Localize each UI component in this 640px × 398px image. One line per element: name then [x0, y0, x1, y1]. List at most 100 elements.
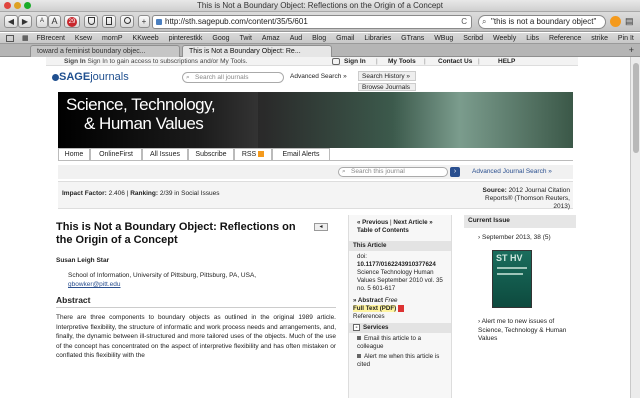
text-larger-button[interactable]: A — [48, 15, 61, 28]
bookmark-item[interactable]: KKweeb — [133, 35, 159, 42]
minimize-window-icon[interactable] — [14, 2, 21, 9]
close-window-icon[interactable] — [4, 2, 11, 9]
article-title: This is Not a Boundary Object: Reflectio… — [56, 221, 296, 246]
bookmark-item[interactable]: Reference — [549, 35, 581, 42]
url-field[interactable]: http://sth.sagepub.com/content/35/5/601 … — [152, 15, 472, 29]
full-text-pdf-link[interactable]: Full Text (PDF) — [349, 305, 451, 313]
references-link[interactable]: References — [349, 313, 451, 321]
article-tools-column: « Previous | Next Article » Table of Con… — [348, 215, 452, 398]
vertical-scrollbar[interactable] — [630, 57, 640, 398]
help-link[interactable]: HELP — [498, 57, 515, 66]
author-email-link[interactable]: gbowker@pitt.edu — [68, 280, 336, 289]
extension-button[interactable]: 29 — [64, 15, 80, 28]
service-cited-alert-link[interactable]: Alert me when this article is cited — [349, 351, 451, 369]
pdf-icon — [397, 305, 404, 312]
collapse-icon: - — [353, 324, 360, 332]
bookmark-item[interactable]: Libs — [526, 35, 539, 42]
collapse-button[interactable]: ◂ — [314, 223, 328, 231]
bookmark-item[interactable]: Weebly — [493, 35, 516, 42]
browser-search-field[interactable]: ⌕ "this is not a boundary object" — [478, 15, 606, 29]
add-bookmark-button[interactable]: + — [138, 15, 150, 28]
bookmark-item[interactable]: Twit — [239, 35, 251, 42]
rss-feed-icon[interactable] — [610, 16, 621, 27]
tab-feminist-boundary[interactable]: toward a feminist boundary objec... — [30, 45, 180, 57]
bookmarks-book-icon[interactable] — [6, 34, 14, 42]
impact-factor-bar: Impact Factor: 2.406 | Ranking: 2/39 in … — [58, 181, 573, 210]
bookmark-button[interactable] — [120, 15, 134, 28]
journal-nav: Home OnlineFirst All Issues Subscribe RS… — [58, 148, 573, 161]
nav-onlinefirst[interactable]: OnlineFirst — [90, 148, 142, 161]
nav-subscribe[interactable]: Subscribe — [188, 148, 234, 161]
scrollbar-thumb[interactable] — [633, 63, 639, 153]
advanced-journal-search-link[interactable]: Advanced Journal Search » — [472, 168, 552, 175]
search-go-button[interactable]: › — [450, 167, 460, 177]
text-smaller-button[interactable]: A — [36, 15, 48, 28]
browser-toolbar: ◀ ▶ A A 29 + http://sth.sagepub.com/cont… — [0, 12, 640, 32]
previous-article-link[interactable]: « Previous — [357, 219, 388, 226]
search-icon: ⌕ — [482, 17, 487, 26]
bookmark-item[interactable]: Blog — [312, 35, 326, 42]
bookmark-item[interactable]: strike — [591, 35, 608, 42]
search-journal-input[interactable]: ⌕ Search this journal — [338, 167, 448, 177]
nav-rss[interactable]: RSS — [234, 148, 272, 161]
forward-icon: ▶ — [21, 17, 29, 26]
bookmark-item[interactable]: Gmail — [336, 35, 354, 42]
tab-boundary-object[interactable]: This is Not a Boundary Object: Re... — [182, 45, 332, 57]
bookmark-item[interactable]: Scribd — [463, 35, 483, 42]
bookmark-item[interactable]: Ksew — [75, 35, 92, 42]
new-tab-button[interactable]: + — [629, 45, 634, 55]
sage-journals-logo[interactable]: SAGEjournals — [52, 71, 129, 83]
bookmark-item[interactable]: Goog — [212, 35, 229, 42]
bookmark-item[interactable]: GTrans — [401, 35, 424, 42]
bookmark-item[interactable]: Libraries — [364, 35, 391, 42]
bookmark-item[interactable]: pinterestkk — [169, 35, 203, 42]
search-icon: ⌕ — [342, 168, 346, 175]
nav-home[interactable]: Home — [58, 148, 90, 161]
mytools-link[interactable]: My Tools — [388, 57, 416, 66]
rss-icon — [258, 151, 265, 158]
browse-journals-link[interactable]: Browse Journals » — [358, 83, 416, 91]
bookmarks-bar: ▦ FBrecent Ksew mornP KKweeb pinterestkk… — [0, 33, 640, 44]
window-title: This is Not a Boundary Object: Reflectio… — [197, 1, 443, 10]
journal-search-row: ⌕ Search this journal › Advanced Journal … — [58, 165, 573, 179]
url-text: http://sth.sagepub.com/content/35/5/601 — [165, 17, 308, 26]
back-button[interactable]: ◀ — [4, 15, 18, 28]
sage-logo-icon — [52, 73, 59, 81]
search-all-journals-input[interactable]: ⌕ Search all journals — [182, 72, 284, 83]
signin-link[interactable]: Sign In — [344, 57, 366, 66]
service-email-link[interactable]: Email this article to a colleague — [349, 333, 451, 351]
download-button[interactable] — [102, 15, 116, 28]
this-article-heading: This Article — [349, 241, 451, 251]
advanced-search-link[interactable]: Advanced Search » — [290, 73, 347, 80]
author-affiliation: School of Information, University of Pit… — [68, 272, 257, 279]
bookmark-item[interactable]: Amaz — [262, 35, 280, 42]
nav-all-issues[interactable]: All Issues — [142, 148, 188, 161]
reload-icon[interactable]: C — [461, 16, 467, 28]
page-menu-icon[interactable]: ▤ — [625, 16, 636, 27]
jcr-source: Source: 2012 Journal Citation Reports® (… — [482, 187, 570, 210]
zoom-window-icon[interactable] — [24, 2, 31, 9]
bookmark-item[interactable]: Pin It — [618, 35, 634, 42]
new-issue-alert-link[interactable]: › Alert me to new issues of Science, Tec… — [464, 308, 576, 344]
search-history-link[interactable]: Search History » — [358, 71, 416, 81]
toc-link[interactable]: Table of Contents — [357, 227, 409, 234]
bookmark-item[interactable]: WBug — [434, 35, 453, 42]
utility-bar: Sign In Sign In to gain access to subscr… — [46, 57, 578, 66]
forward-button[interactable]: ▶ — [18, 15, 32, 28]
banner-title-line2: & Human Values — [84, 114, 204, 133]
shield-icon[interactable] — [84, 15, 98, 28]
bookmark-item[interactable]: mornP — [102, 35, 123, 42]
top-sites-icon[interactable]: ▦ — [22, 35, 29, 42]
services-heading[interactable]: - Services — [349, 323, 451, 334]
nav-email-alerts[interactable]: Email Alerts — [272, 148, 330, 161]
journal-cover-image[interactable]: ST HV — [492, 250, 532, 308]
current-issue-link[interactable]: › September 2013, 38 (5) — [464, 228, 576, 243]
abstract-link[interactable]: » Abstract Free — [349, 293, 451, 305]
back-icon: ◀ — [7, 17, 15, 26]
contact-link[interactable]: Contact Us — [438, 57, 472, 66]
author-name[interactable]: Susan Leigh Star — [56, 257, 336, 264]
web-page: Sign In Sign In to gain access to subscr… — [46, 57, 578, 398]
bookmark-item[interactable]: FBrecent — [37, 35, 65, 42]
next-article-link[interactable]: Next Article » — [393, 219, 432, 226]
bookmark-item[interactable]: Aud — [290, 35, 302, 42]
